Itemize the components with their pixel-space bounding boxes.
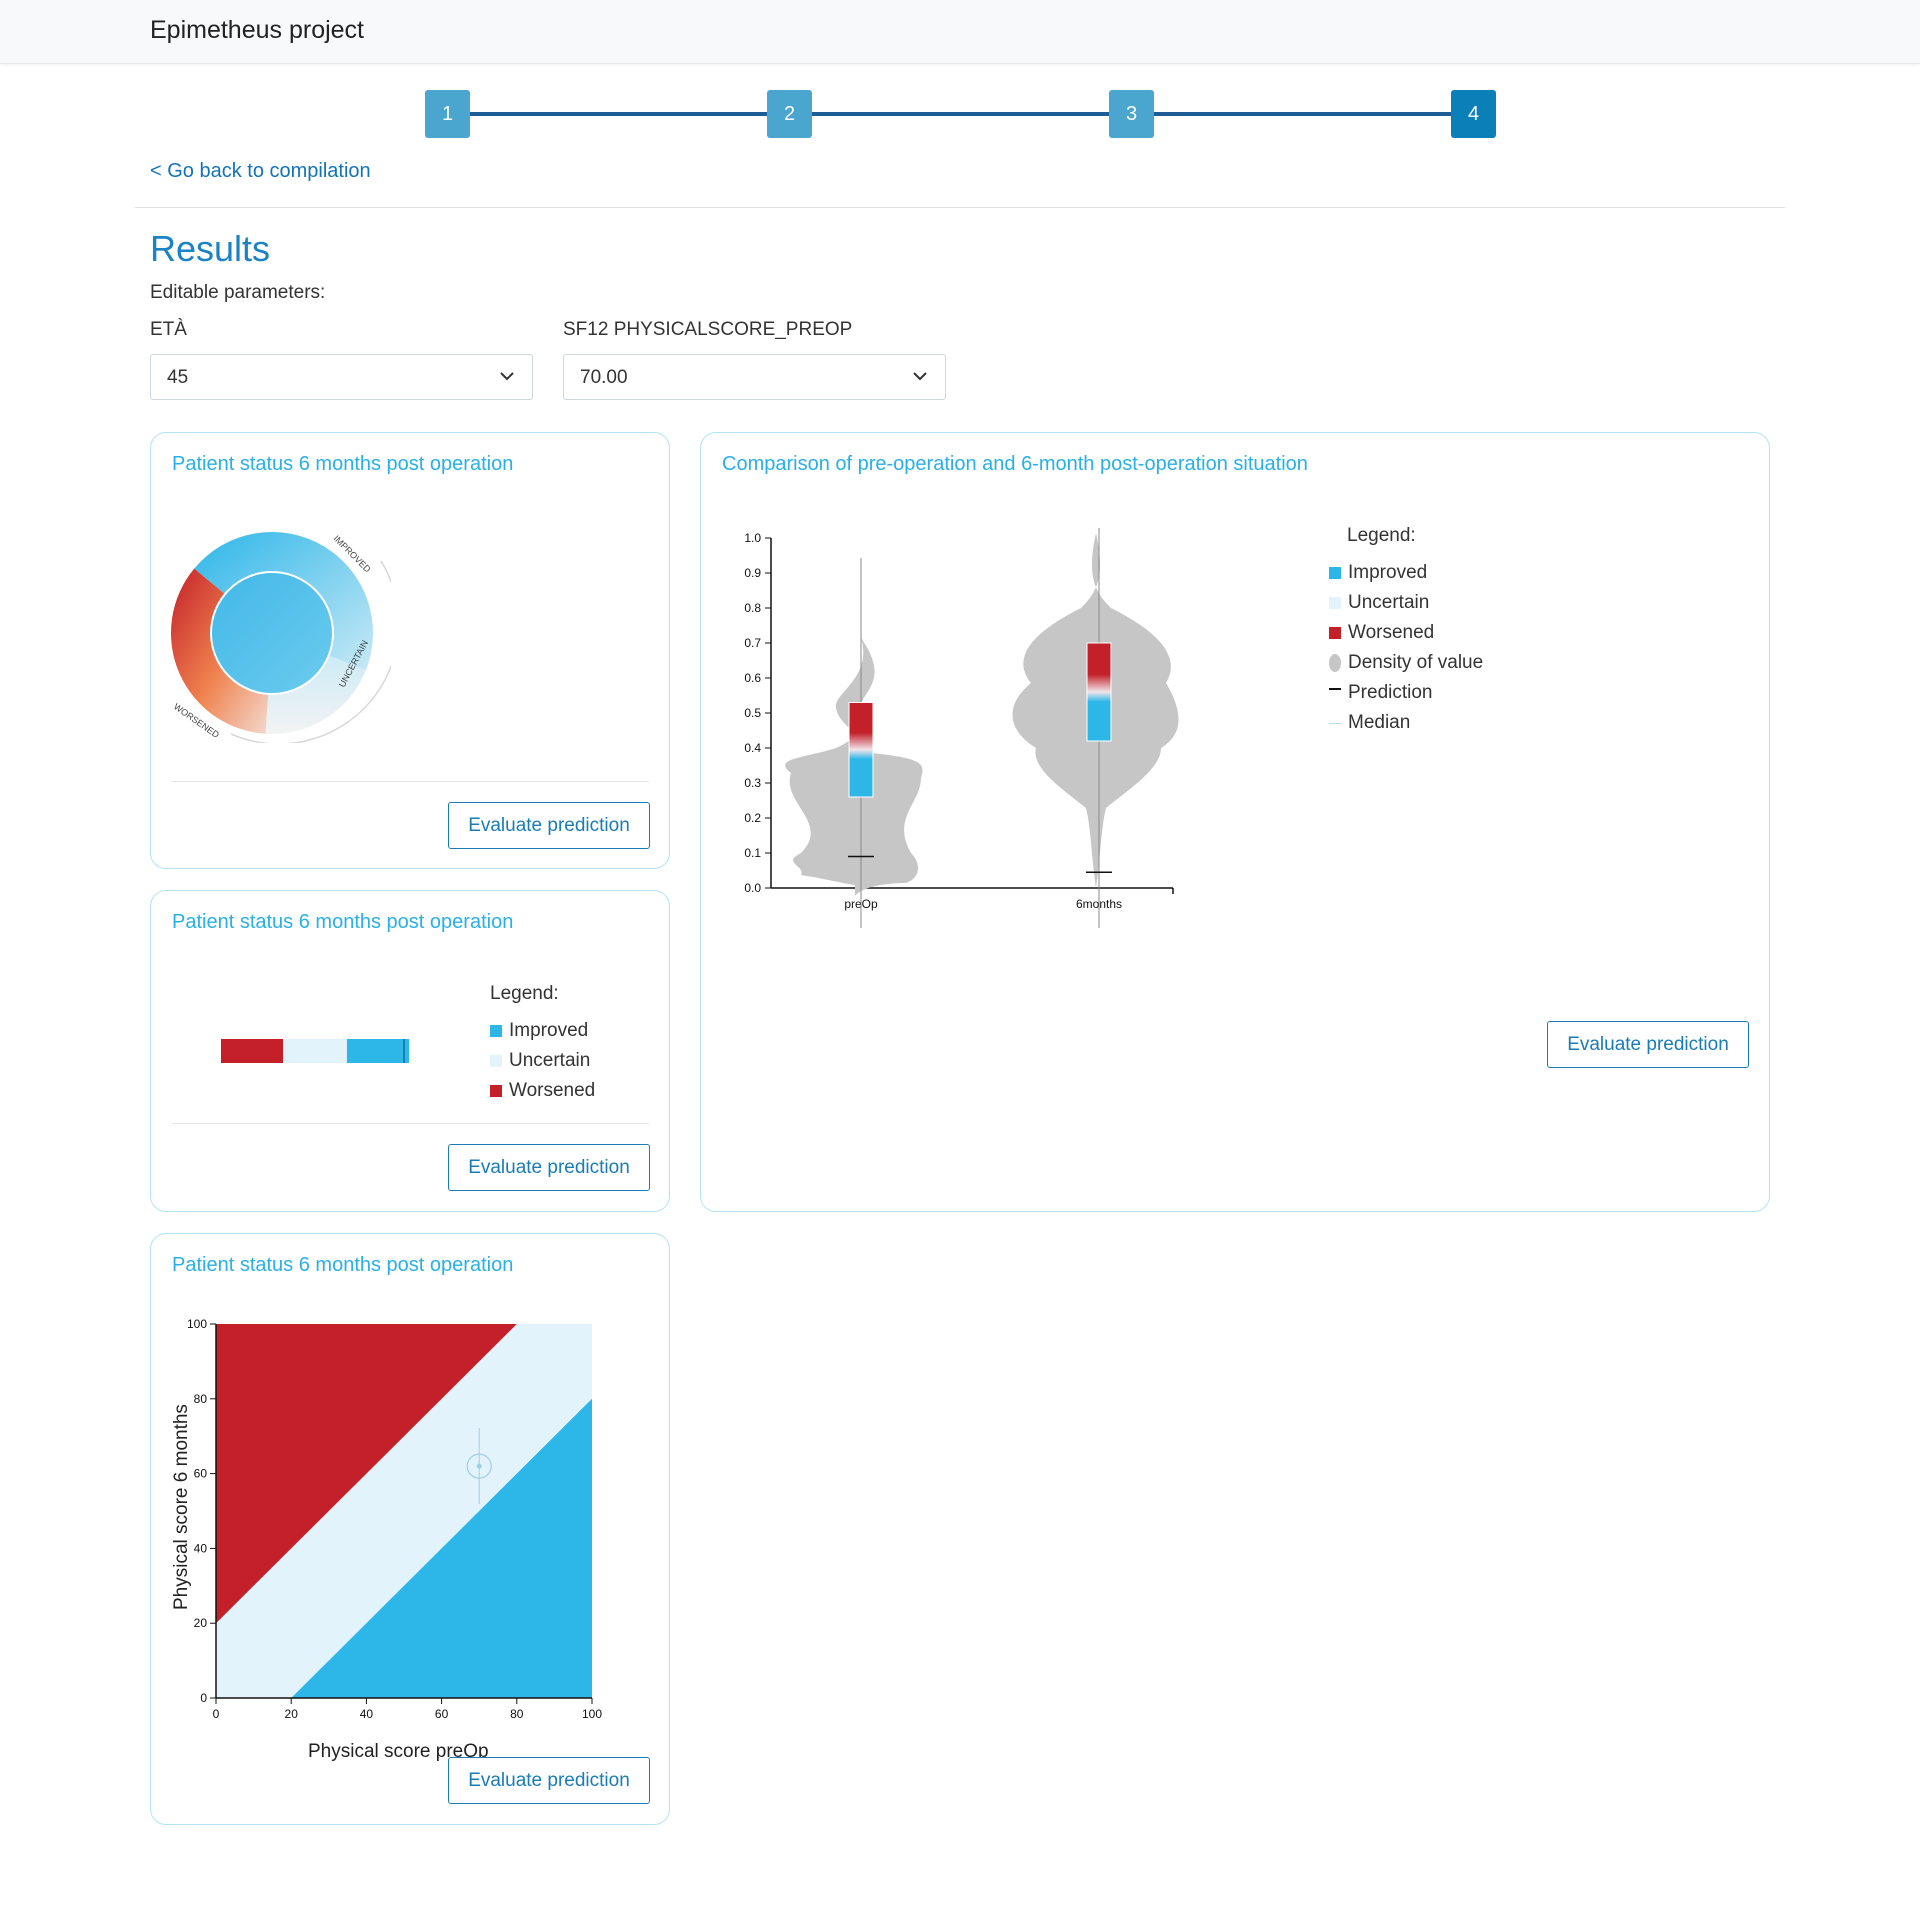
scatter-card-title: Patient status 6 months post operation: [172, 1254, 514, 1276]
region-chart: 0 20 40 60 80 100 0 20 40 60 80 100 Physical score …: [171, 1317, 602, 1762]
step-4[interactable]: 4: [1451, 90, 1496, 138]
box-preOp: [848, 702, 874, 798]
donut-chart: IMPROVED UNCERTAIN WORSENED: [170, 532, 391, 743]
physicalscore-label: SF12 PHYSICALSCORE_PREOP: [563, 319, 853, 340]
prediction-point-center: [476, 1463, 482, 1469]
y-tick-label: 80: [194, 1392, 208, 1406]
x-tick-label: 0: [213, 1707, 220, 1721]
stacked-bar-segment-improved: [346, 1039, 409, 1063]
violin-legend: Legend: Improved Uncertain Worsened Dens…: [1329, 525, 1483, 738]
legend-uncertain: Uncertain: [1329, 588, 1483, 618]
y-tick-label: 1.0: [744, 531, 761, 545]
stepper: 1 2 3 4: [425, 90, 1496, 138]
y-tick-label: 0.9: [744, 566, 761, 580]
donut-center: [210, 571, 334, 695]
y-tick-label: 60: [194, 1467, 208, 1481]
stacked-bar-segment-worsened: [221, 1039, 284, 1063]
chevron-down-icon: [500, 372, 514, 381]
bar-card-title: Patient status 6 months post operation: [172, 911, 514, 933]
legend-worsened: Worsened: [490, 1076, 595, 1106]
y-tick-label: 20: [194, 1616, 208, 1630]
bar-legend: Legend: Improved Uncertain Worsened: [490, 983, 595, 1106]
stacked-bar-segment-uncertain: [283, 1039, 347, 1063]
y-tick-label: 0.0: [744, 881, 761, 895]
evaluate-prediction-button[interactable]: Evaluate prediction: [448, 1144, 650, 1191]
back-to-compilation-link[interactable]: < Go back to compilation: [150, 160, 371, 183]
y-tick-label: 40: [194, 1541, 208, 1555]
y-tick-label: 0.3: [744, 776, 761, 790]
y-tick-label: 0: [200, 1691, 207, 1705]
legend-prediction: Prediction: [1329, 678, 1483, 708]
step-1[interactable]: 1: [425, 90, 470, 138]
box-6months: [1086, 642, 1112, 742]
legend-density: Density of value: [1329, 648, 1483, 678]
eta-select-value: 45: [167, 367, 189, 388]
legend-median: Median: [1329, 708, 1483, 738]
evaluate-prediction-button[interactable]: Evaluate prediction: [1547, 1021, 1749, 1068]
physicalscore-select-value: 70.00: [580, 367, 628, 388]
donut-card-title: Patient status 6 months post operation: [172, 453, 514, 475]
eta-label: ETÀ: [150, 319, 187, 340]
step-2[interactable]: 2: [767, 90, 812, 138]
chevron-down-icon: [913, 372, 927, 381]
y-axis-label: Physical score 6 months: [171, 1404, 192, 1610]
physicalscore-select[interactable]: 70.00: [563, 354, 946, 400]
violin-card-title: Comparison of pre-operation and 6-month …: [722, 453, 1308, 475]
card-separator: [172, 781, 649, 782]
bar-card: Patient status 6 months post operation L…: [150, 890, 670, 1212]
eta-select[interactable]: 45: [150, 354, 533, 400]
x-tick-label: 40: [360, 1707, 374, 1721]
navbar: Epimetheus project: [0, 0, 1920, 64]
violin-chart: 0.00.10.20.30.40.50.60.70.80.91.0preOp 6m…: [744, 528, 1179, 928]
y-tick-label: 0.1: [744, 846, 761, 860]
violin-card: Comparison of pre-operation and 6-month …: [700, 432, 1770, 1212]
app-title[interactable]: Epimetheus project: [150, 16, 364, 45]
page-title: Results: [150, 228, 271, 269]
y-tick-label: 0.2: [744, 811, 761, 825]
y-tick-label: 100: [187, 1317, 207, 1331]
y-tick-label: 0.4: [744, 741, 761, 755]
region-plot: 0 20 40 60 80 100 0 20 40 60 80 100: [187, 1317, 602, 1721]
y-tick-label: 0.8: [744, 601, 761, 615]
stacked-bar-chart: [221, 1039, 409, 1063]
y-tick-label: 0.5: [744, 706, 761, 720]
editable-parameters-label: Editable parameters:: [150, 282, 326, 303]
x-tick-label: 100: [582, 1707, 602, 1721]
evaluate-prediction-button[interactable]: Evaluate prediction: [448, 1757, 650, 1804]
step-3[interactable]: 3: [1109, 90, 1154, 138]
evaluate-prediction-button[interactable]: Evaluate prediction: [448, 802, 650, 849]
divider: [135, 207, 1785, 208]
x-tick-label: 20: [285, 1707, 299, 1721]
y-tick-label: 0.7: [744, 636, 761, 650]
bar-legend-title: Legend:: [490, 983, 559, 1004]
x-tick-label: 80: [510, 1707, 524, 1721]
legend-improved: Improved: [1329, 558, 1483, 588]
stepper-line: [445, 112, 1475, 116]
donut-card: Patient status 6 months post operation I…: [150, 432, 670, 869]
card-separator: [172, 1123, 649, 1124]
legend-uncertain: Uncertain: [490, 1046, 595, 1076]
scatter-card: Patient status 6 months post operation 0…: [150, 1233, 670, 1825]
y-tick-label: 0.6: [744, 671, 761, 685]
x-tick-label: 60: [435, 1707, 449, 1721]
legend-worsened: Worsened: [1329, 618, 1483, 648]
violin-legend-title: Legend:: [1347, 525, 1416, 546]
legend-improved: Improved: [490, 1016, 595, 1046]
